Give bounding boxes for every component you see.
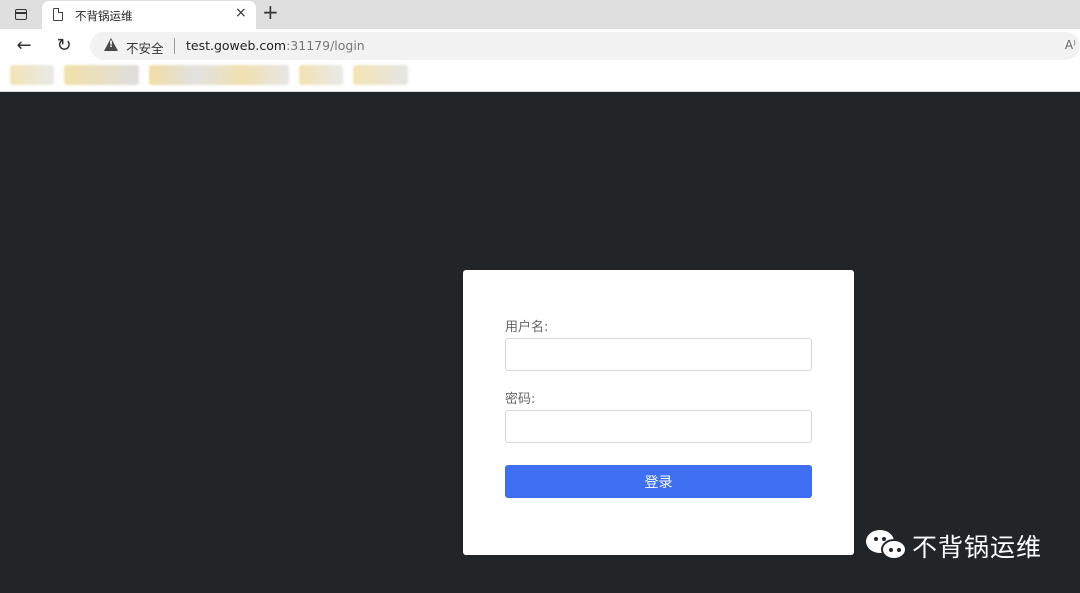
- login-card: 用户名: 密码: 登录: [463, 270, 854, 555]
- browser-toolbar: ← ↻ 不安全 test.goweb.com:31179/login A⁾: [0, 29, 1080, 63]
- tab-title: 不背锅运维: [75, 8, 133, 24]
- page-icon: [53, 8, 63, 21]
- watermark-text: 不背锅运维: [912, 528, 1042, 564]
- tab-strip: 不背锅运维 × +: [0, 0, 1080, 29]
- new-tab-icon[interactable]: +: [262, 2, 279, 22]
- warning-icon[interactable]: [104, 38, 118, 51]
- back-icon[interactable]: ←: [13, 35, 35, 57]
- bookmark-item[interactable]: [299, 65, 343, 85]
- reload-icon[interactable]: ↻: [53, 35, 75, 57]
- bookmark-item[interactable]: [10, 65, 54, 85]
- bookmark-item[interactable]: [353, 65, 408, 85]
- page-body: 用户名: 密码: 登录 不背锅运维: [0, 92, 1080, 593]
- wechat-icon: [866, 529, 908, 563]
- watermark: 不背锅运维: [866, 526, 1042, 566]
- close-tab-icon[interactable]: ×: [235, 6, 247, 20]
- browser-chrome: 不背锅运维 × + ← ↻ 不安全 test.goweb.com:31179/l…: [0, 0, 1080, 92]
- bookmark-item[interactable]: [149, 65, 289, 85]
- url-path: :31179/login: [286, 38, 365, 53]
- url-text[interactable]: test.goweb.com:31179/login: [186, 38, 365, 53]
- security-status[interactable]: 不安全: [126, 38, 164, 57]
- url-host: test.goweb.com: [186, 38, 286, 53]
- username-label: 用户名:: [505, 316, 548, 335]
- address-bar[interactable]: 不安全 test.goweb.com:31179/login A⁾: [90, 32, 1080, 60]
- read-aloud-icon[interactable]: A⁾: [1065, 38, 1076, 52]
- password-input[interactable]: [505, 410, 812, 443]
- password-label: 密码:: [505, 388, 535, 407]
- tab-actions-icon[interactable]: [10, 6, 32, 24]
- login-button[interactable]: 登录: [505, 465, 812, 498]
- username-input[interactable]: [505, 338, 812, 371]
- tab-active[interactable]: 不背锅运维 ×: [42, 1, 256, 29]
- address-divider: [174, 38, 175, 54]
- bookmarks-bar: [0, 63, 1080, 91]
- bookmark-item[interactable]: [64, 65, 139, 85]
